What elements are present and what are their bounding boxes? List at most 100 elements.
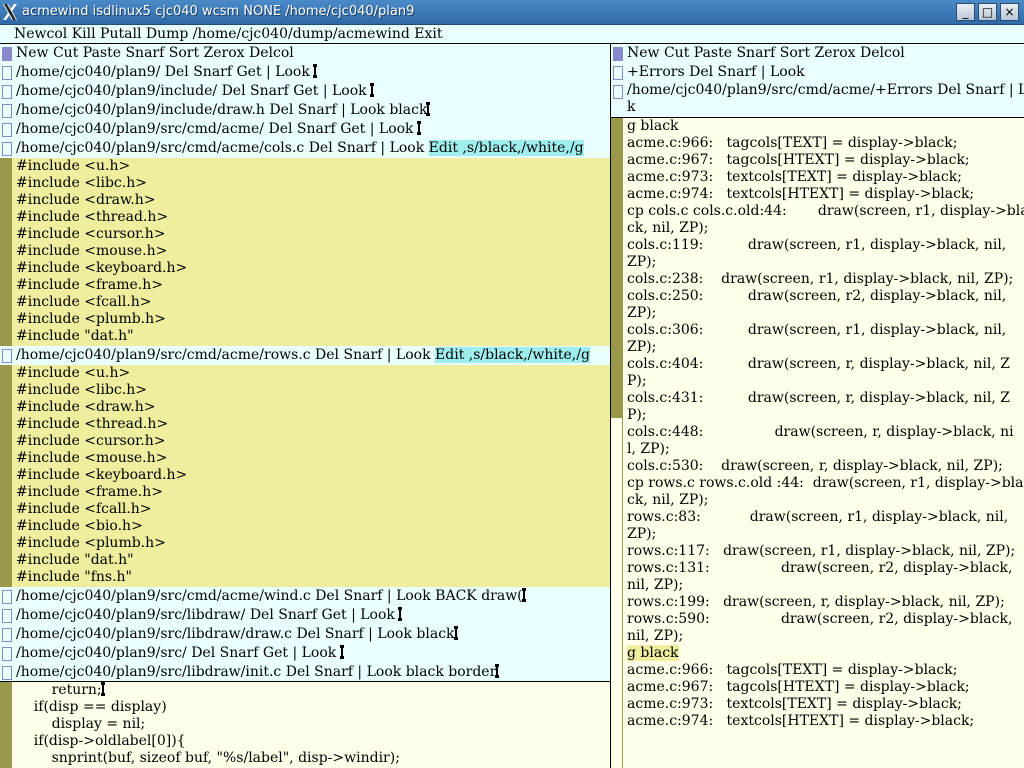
window-tag-text[interactable]: /home/cjc040/plan9/src/libdraw/draw.c De… xyxy=(16,626,455,642)
output-line: ZP); xyxy=(627,254,657,270)
window-tag[interactable]: /home/cjc040/plan9/include/ Del Snarf Ge… xyxy=(0,82,610,101)
column-tag-right[interactable]: New Cut Paste Snarf Sort Zerox Delcol xyxy=(611,44,1024,63)
output-line: acme.c:973: textcols[TEXT] = display->bl… xyxy=(627,696,962,712)
window-tag-text[interactable]: /home/cjc040/plan9/src/libdraw/ Del Snar… xyxy=(16,607,399,623)
window-handle[interactable] xyxy=(613,66,623,80)
window-handle[interactable] xyxy=(2,609,12,623)
scrollbar[interactable] xyxy=(0,682,12,768)
output-line: rows.c:83: draw(screen, r1, display->bla… xyxy=(627,509,1009,525)
window-handle[interactable] xyxy=(2,85,12,99)
init-c-body[interactable]: return; if(disp == display) display = ni… xyxy=(12,682,610,768)
window-tag[interactable]: /home/cjc040/plan9/ Del Snarf Get | Look xyxy=(0,63,610,82)
window-tag-text[interactable]: /home/cjc040/plan9/src/cmd/acme/cols.c D… xyxy=(16,140,429,156)
code-line: #include <cursor.h> xyxy=(16,433,166,449)
rows-c-body[interactable]: #include <u.h> #include <libc.h> #include … xyxy=(12,365,610,587)
output-line: ZP); xyxy=(627,339,657,355)
window-handle[interactable] xyxy=(2,123,12,137)
edit-command-selection[interactable]: Edit ,s/black,/white,/g xyxy=(428,140,584,156)
scrollbar[interactable] xyxy=(611,118,623,418)
window-tag-text[interactable]: /home/cjc040/plan9/src/libdraw/init.c De… xyxy=(16,664,496,680)
column-tag-text[interactable]: New Cut Paste Snarf Sort Zerox Delcol xyxy=(16,44,294,63)
errors-window-tag[interactable]: /home/cjc040/plan9/src/cmd/acme/+Errors … xyxy=(611,82,1024,118)
code-line: display = nil; xyxy=(16,716,146,732)
window-titlebar[interactable]: acmewind isdlinux5 cjc040 wcsm NONE /hom… xyxy=(0,0,1024,25)
window-handle[interactable] xyxy=(2,66,12,80)
errors-window-tag-text[interactable]: /home/cjc040/plan9/src/cmd/acme/+Errors … xyxy=(627,82,1024,98)
output-line: acme.c:966: tagcols[TEXT] = display->bla… xyxy=(627,662,958,678)
window-tag[interactable]: /home/cjc040/plan9/src/cmd/acme/ Del Sna… xyxy=(0,120,610,139)
window-tag-text[interactable]: /home/cjc040/plan9/include/ Del Snarf Ge… xyxy=(16,83,371,99)
text-cursor xyxy=(370,83,375,97)
column-tag-left[interactable]: New Cut Paste Snarf Sort Zerox Delcol xyxy=(0,44,610,63)
errors-tag-text[interactable]: +Errors Del Snarf | Look xyxy=(627,63,805,82)
output-line: cols.c:250: draw(screen, r2, display->bl… xyxy=(627,288,1007,304)
code-line: #include <fcall.h> xyxy=(16,501,152,517)
code-line: #include <mouse.h> xyxy=(16,243,168,259)
code-line: #include <frame.h> xyxy=(16,484,163,500)
window-tag[interactable]: /home/cjc040/plan9/include/draw.h Del Sn… xyxy=(0,101,610,120)
column-handle-left[interactable] xyxy=(2,47,12,61)
window-handle[interactable] xyxy=(2,142,12,156)
output-line: cp rows.c rows.c.old :44: draw(screen, r… xyxy=(627,475,1024,491)
column-handle-right[interactable] xyxy=(613,47,623,61)
output-line: rows.c:117: draw(screen, r1, display->bl… xyxy=(627,543,1016,559)
scrollbar[interactable] xyxy=(0,158,12,346)
maximize-button[interactable]: □ xyxy=(978,3,997,21)
code-line: #include <mouse.h> xyxy=(16,450,168,466)
output-line: nil, ZP); xyxy=(627,577,684,593)
output-line: P); xyxy=(627,407,647,423)
code-line: #include <frame.h> xyxy=(16,277,163,293)
errors-window-tag-wrap[interactable]: k xyxy=(627,99,635,115)
output-line: rows.c:199: draw(screen, r, display->bla… xyxy=(627,594,1005,610)
close-button[interactable]: × xyxy=(1000,3,1019,21)
window-tag-text[interactable]: /home/cjc040/plan9/src/ Del Snarf Get | … xyxy=(16,645,341,661)
window-tag-text[interactable]: /home/cjc040/plan9/src/cmd/acme/ Del Sna… xyxy=(16,121,418,137)
scrollbar-track[interactable] xyxy=(611,418,623,768)
window-tag[interactable]: /home/cjc040/plan9/src/libdraw/draw.c De… xyxy=(0,625,610,644)
row-tag-text[interactable]: Newcol Kill Putall Dump /home/cjc040/dum… xyxy=(14,25,443,44)
window-tag[interactable]: /home/cjc040/plan9/src/ Del Snarf Get | … xyxy=(0,644,610,663)
errors-tag[interactable]: +Errors Del Snarf | Look xyxy=(611,63,1024,82)
window-handle[interactable] xyxy=(2,104,12,118)
window-handle[interactable] xyxy=(2,590,12,604)
window-handle[interactable] xyxy=(613,85,623,99)
output-line: rows.c:131: draw(screen, r2, display->bl… xyxy=(627,560,1013,576)
code-line: snprint(buf, sizeof buf, "%s/label", dis… xyxy=(16,750,400,766)
code-line: #include "fns.h" xyxy=(16,569,132,585)
window-tag-text[interactable]: /home/cjc040/plan9/include/draw.h Del Sn… xyxy=(16,102,427,118)
window-tag-text[interactable]: /home/cjc040/plan9/src/cmd/acme/wind.c D… xyxy=(16,588,523,604)
output-line: P); xyxy=(627,373,647,389)
row-tag[interactable]: Newcol Kill Putall Dump /home/cjc040/dum… xyxy=(0,25,1024,44)
window-handle[interactable] xyxy=(2,628,12,642)
output-line: nil, ZP); xyxy=(627,628,684,644)
text-cursor xyxy=(339,645,344,659)
scrollbar[interactable] xyxy=(0,365,12,587)
window-tag-text[interactable]: /home/cjc040/plan9/src/cmd/acme/rows.c D… xyxy=(16,347,435,363)
window-tag-rows[interactable]: /home/cjc040/plan9/src/cmd/acme/rows.c D… xyxy=(0,346,610,365)
window-handle[interactable] xyxy=(2,666,12,680)
selected-text[interactable]: g black xyxy=(627,645,679,661)
output-line: g black xyxy=(627,118,679,134)
cols-c-body[interactable]: #include <u.h> #include <libc.h> #include … xyxy=(12,158,610,346)
window-tag-text[interactable]: /home/cjc040/plan9/ Del Snarf Get | Look xyxy=(16,64,314,80)
window-tag[interactable]: /home/cjc040/plan9/src/libdraw/init.c De… xyxy=(0,663,610,682)
window-tag[interactable]: /home/cjc040/plan9/src/libdraw/ Del Snar… xyxy=(0,606,610,625)
edit-command-selection[interactable]: Edit ,s/black,/white,/g xyxy=(435,347,590,363)
window-tag-cols[interactable]: /home/cjc040/plan9/src/cmd/acme/cols.c D… xyxy=(0,139,610,158)
window-handle[interactable] xyxy=(2,647,12,661)
output-line: acme.c:973: textcols[TEXT] = display->bl… xyxy=(627,169,962,185)
output-line: rows.c:590: draw(screen, r2, display->bl… xyxy=(627,611,1013,627)
code-line: #include <plumb.h> xyxy=(16,311,166,327)
column-tag-text[interactable]: New Cut Paste Snarf Sort Zerox Delcol xyxy=(627,44,905,63)
output-line: ZP); xyxy=(627,305,657,321)
code-line: #include "dat.h" xyxy=(16,552,134,568)
errors-body[interactable]: g black acme.c:966: tagcols[TEXT] = displ… xyxy=(623,118,1024,768)
code-line: #include <bio.h> xyxy=(16,518,143,534)
text-cursor xyxy=(100,682,105,696)
window-handle[interactable] xyxy=(2,349,12,363)
code-line: #include <thread.h> xyxy=(16,209,169,225)
output-line: ck, nil, ZP); xyxy=(627,492,709,508)
minimize-button[interactable]: _ xyxy=(956,3,975,21)
output-line: l, ZP); xyxy=(627,441,670,457)
window-tag[interactable]: /home/cjc040/plan9/src/cmd/acme/wind.c D… xyxy=(0,587,610,606)
